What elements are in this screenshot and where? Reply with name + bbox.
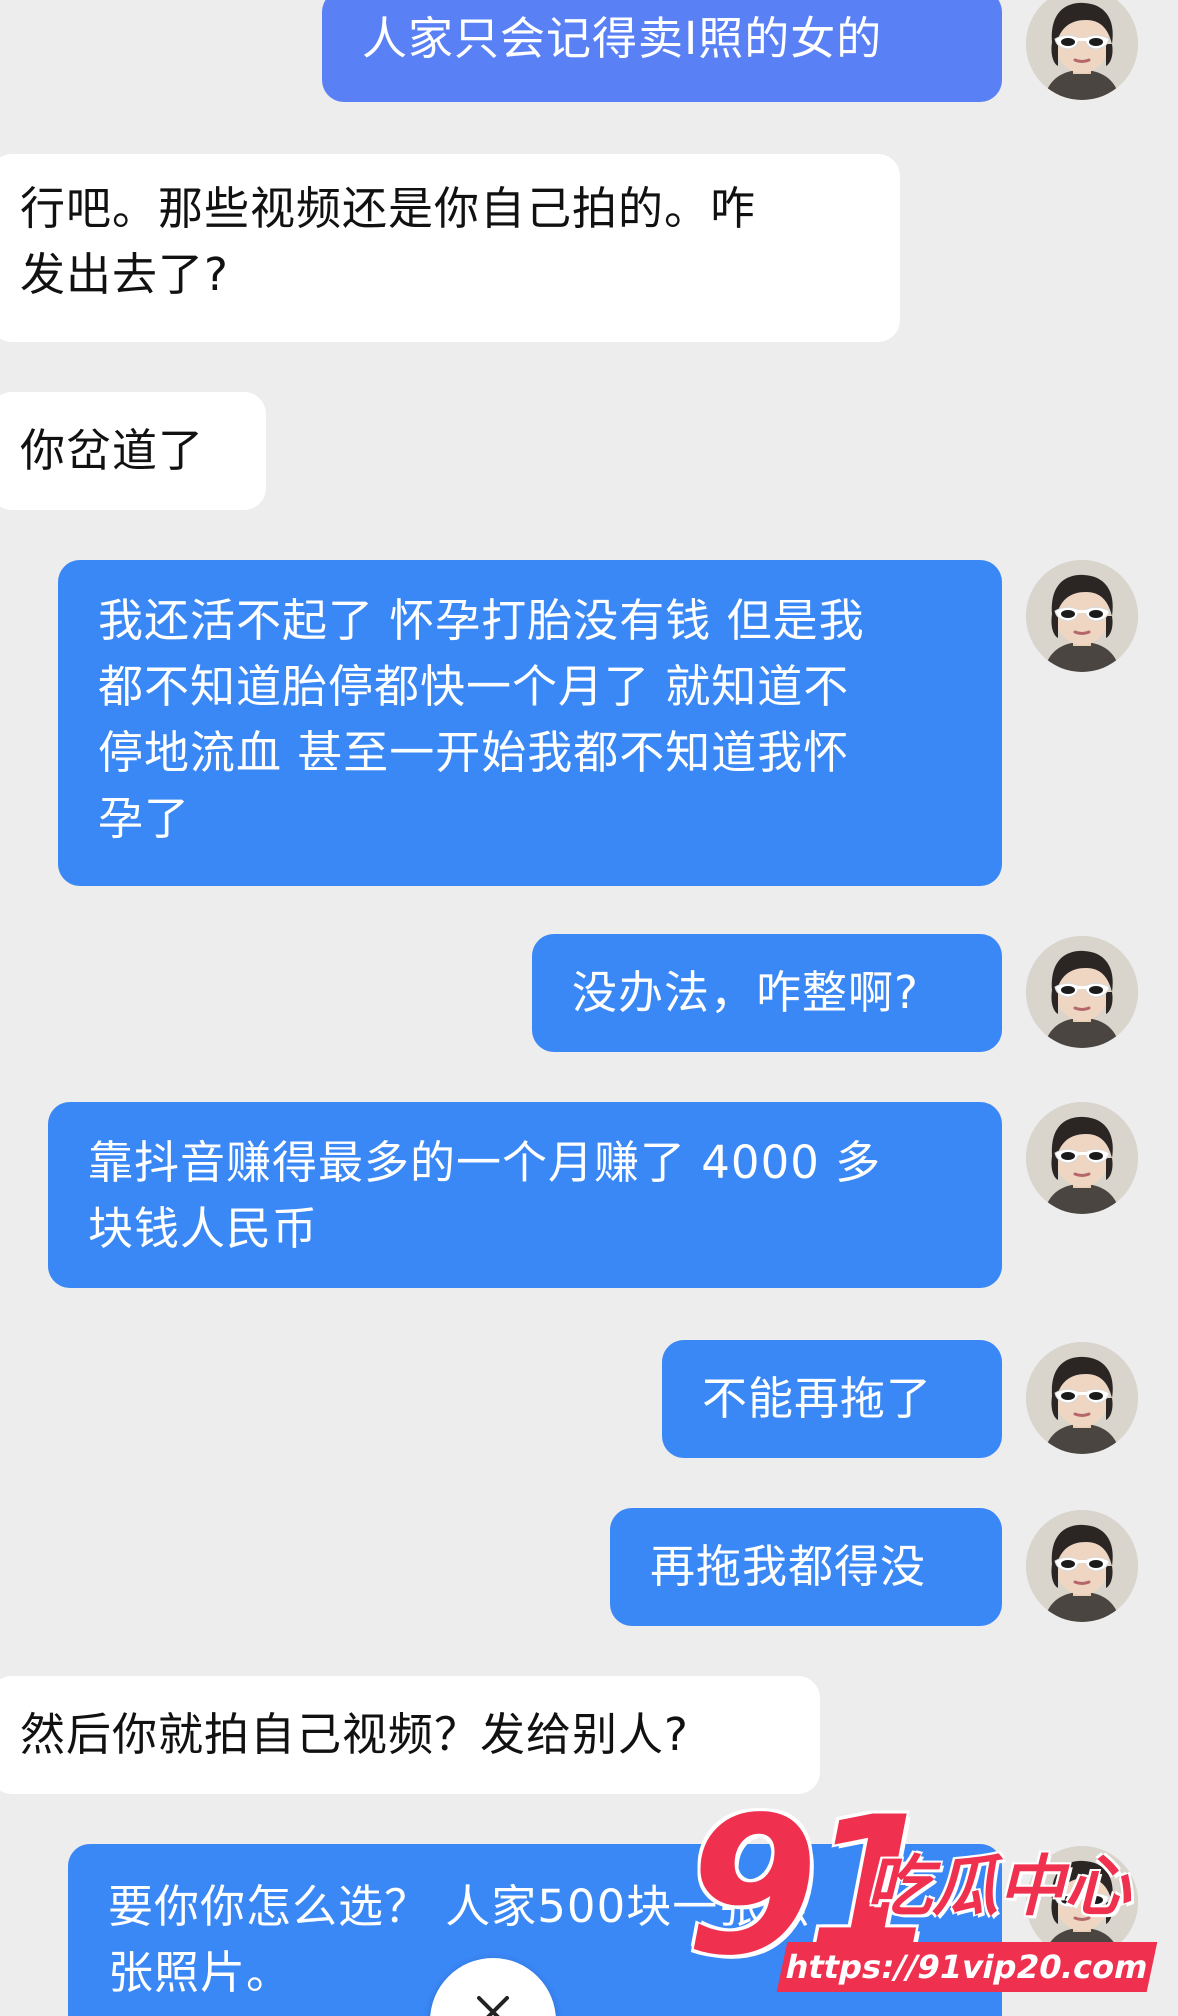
- message-bubble-incoming[interactable]: 行吧。那些视频还是你自己拍的。咋 发出去了?: [0, 154, 900, 342]
- message-bubble-outgoing[interactable]: 我还活不起了 怀孕打胎没有钱 但是我 都不知道胎停都快一个月了 就知道不 停地流…: [58, 560, 1002, 886]
- avatar-icon[interactable]: [1026, 1102, 1138, 1214]
- avatar-icon[interactable]: [1026, 560, 1138, 672]
- watermark: 91 吃瓜中心 https://91vip20.com: [686, 1792, 1158, 2000]
- watermark-url: https://91vip20.com: [776, 1942, 1158, 1992]
- avatar-icon[interactable]: [1026, 1342, 1138, 1454]
- avatar-icon[interactable]: [1026, 0, 1138, 100]
- message-bubble-outgoing[interactable]: 人家只会记得卖I照的女的: [322, 0, 1002, 102]
- message-bubble-outgoing[interactable]: 再拖我都得没: [610, 1508, 1002, 1626]
- watermark-brand: 吃瓜中心: [866, 1848, 1130, 1925]
- chat-conversation: 人家只会记得卖I照的女的 行吧。那些视频还是你自己拍的。咋 发出去了? 你岔道了…: [0, 0, 1178, 2016]
- avatar-icon[interactable]: [1026, 1510, 1138, 1622]
- close-icon: [477, 1996, 509, 2016]
- message-bubble-outgoing[interactable]: 靠抖音赚得最多的一个月赚了 4000 多 块钱人民币: [48, 1102, 1002, 1288]
- message-bubble-outgoing[interactable]: 不能再拖了: [662, 1340, 1002, 1458]
- message-bubble-incoming[interactable]: 你岔道了: [0, 392, 266, 510]
- avatar-icon[interactable]: [1026, 936, 1138, 1048]
- message-bubble-outgoing[interactable]: 没办法，咋整啊?: [532, 934, 1002, 1052]
